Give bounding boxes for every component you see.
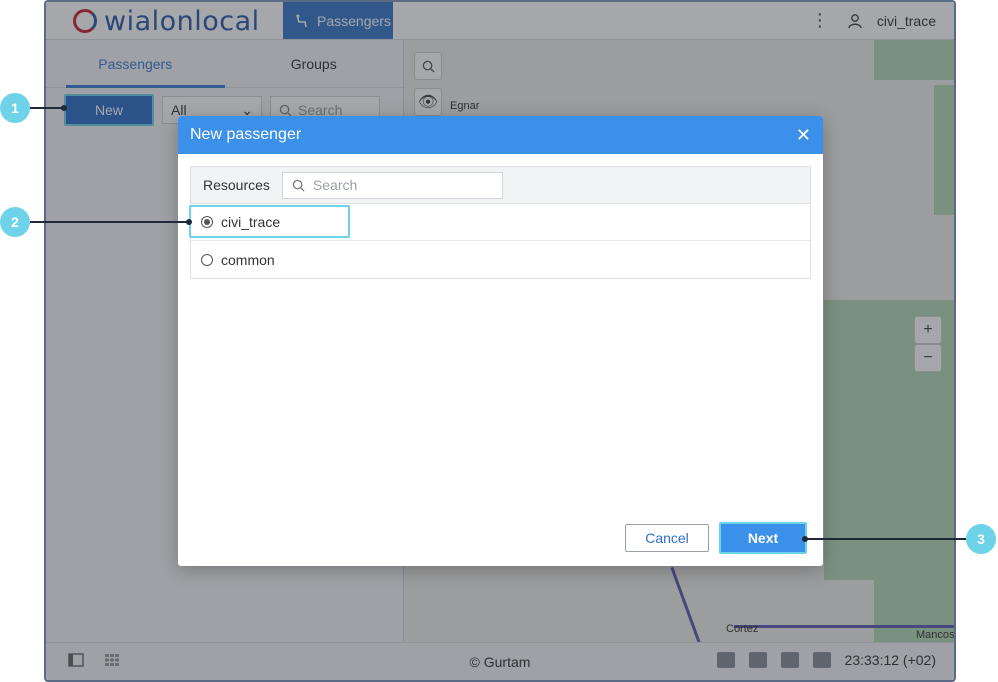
search-icon	[292, 179, 305, 192]
close-icon[interactable]: ✕	[796, 125, 811, 146]
resources-search-placeholder: Search	[312, 177, 358, 193]
dialog-title: New passenger	[190, 126, 302, 143]
resource-row-civi-trace[interactable]: civi_trace	[189, 204, 810, 241]
resources-panel: Resources Search civi_trace common	[189, 166, 811, 279]
callout-1-dot	[61, 105, 67, 111]
new-passenger-dialog: New passenger ✕ Resources Search civi_tr…	[178, 116, 823, 566]
resource-row-common[interactable]: common	[191, 241, 810, 278]
resources-header: Resources Search	[191, 167, 810, 204]
radio-empty-icon[interactable]	[201, 253, 213, 266]
callout-3-leader	[804, 538, 966, 540]
next-button[interactable]: Next	[719, 522, 807, 554]
screenshot-stage: wialonlocal Passengers ⋮ civi_trace Pass…	[0, 0, 998, 682]
resource-name: civi_trace	[221, 214, 281, 230]
callout-2: 2	[0, 207, 30, 237]
radio-selected-icon[interactable]	[201, 216, 213, 228]
callout-2-dot	[186, 219, 192, 225]
resource-name: common	[221, 251, 275, 268]
callout-1: 1	[0, 93, 30, 123]
resources-search-input[interactable]: Search	[281, 171, 503, 199]
resources-label: Resources	[203, 177, 270, 193]
cancel-button[interactable]: Cancel	[625, 524, 709, 552]
callout-3-dot	[802, 536, 808, 542]
dialog-header: New passenger ✕	[178, 116, 823, 154]
callout-1-leader	[30, 107, 64, 109]
dialog-actions: Cancel Next	[625, 522, 807, 554]
callout-2-leader	[30, 221, 190, 223]
callout-3: 3	[966, 524, 996, 554]
